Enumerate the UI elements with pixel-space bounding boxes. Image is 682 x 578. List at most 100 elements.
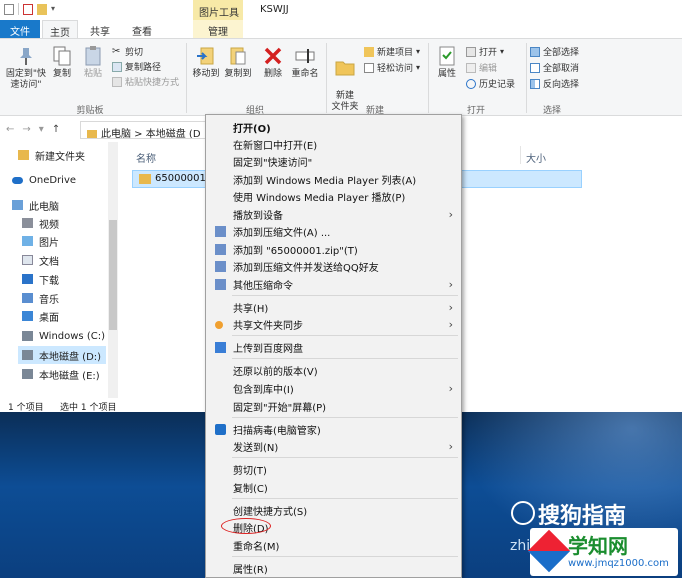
- menu-item-open-new-window[interactable]: 在新窗口中打开(E): [206, 136, 461, 153]
- back-arrow-icon[interactable]: ←: [6, 124, 14, 135]
- menu-item-add-archive[interactable]: 添加到压缩文件(A) ...: [206, 223, 461, 240]
- copy-to-button[interactable]: 复制到: [222, 45, 254, 80]
- recent-dropdown-icon[interactable]: ▾: [39, 124, 44, 135]
- move-to-button[interactable]: 移动到: [190, 45, 222, 80]
- paste-shortcut-icon: [112, 76, 122, 87]
- tab-manage[interactable]: 管理: [193, 20, 243, 38]
- new-item-button[interactable]: 新建项目 ▾: [364, 45, 420, 58]
- nav-item-label: Windows (C:): [39, 330, 105, 342]
- menu-item-open[interactable]: 打开(O): [206, 119, 461, 136]
- open-button[interactable]: 打开 ▾: [466, 45, 504, 58]
- select-all-label: 全部选择: [543, 48, 580, 58]
- menu-item-rename[interactable]: 重命名(M): [206, 537, 461, 554]
- edit-label: 编辑: [479, 64, 498, 74]
- invert-selection-button[interactable]: 反向选择: [530, 77, 579, 90]
- menu-item-upload-baidu[interactable]: 上传到百度网盘: [206, 339, 461, 356]
- menu-item-cast-to-device[interactable]: 播放到设备 ›: [206, 206, 461, 223]
- rename-button[interactable]: 重命名: [288, 45, 322, 80]
- desktop-icon: [22, 311, 33, 321]
- tab-share[interactable]: 共享: [82, 20, 118, 38]
- invert-selection-label: 反向选择: [543, 80, 580, 90]
- menu-item-restore-versions[interactable]: 还原以前的版本(V): [206, 362, 461, 379]
- easy-access-button[interactable]: 轻松访问 ▾: [364, 61, 420, 74]
- menu-item-share[interactable]: 共享(H) ›: [206, 299, 461, 316]
- menu-item-label: 共享文件夹同步: [233, 321, 303, 332]
- nav-item-drive-d[interactable]: 本地磁盘 (D:): [18, 346, 106, 364]
- column-header-name[interactable]: 名称: [136, 150, 156, 165]
- menu-item-share-folder-sync[interactable]: 共享文件夹同步 ›: [206, 316, 461, 333]
- document-icon: [22, 255, 33, 265]
- history-clock-icon: [466, 78, 476, 89]
- menu-item-label: 共享(H): [233, 304, 269, 315]
- menu-item-pin-start[interactable]: 固定到"开始"屏幕(P): [206, 398, 461, 415]
- select-none-button[interactable]: 全部取消: [530, 61, 579, 74]
- nav-scrollbar-thumb[interactable]: [109, 220, 117, 330]
- tab-home[interactable]: 主页: [42, 20, 78, 39]
- window-icon: [4, 3, 14, 15]
- menu-item-label: 上传到百度网盘: [233, 344, 303, 355]
- select-all-button[interactable]: 全部选择: [530, 45, 579, 58]
- delete-label: 删除: [263, 69, 282, 79]
- menu-item-label: 固定到"开始"屏幕(P): [233, 403, 327, 414]
- select-none-label: 全部取消: [543, 64, 580, 74]
- forward-arrow-icon[interactable]: →: [22, 124, 30, 135]
- history-button[interactable]: 历史记录: [466, 77, 515, 90]
- menu-separator: [232, 295, 458, 296]
- cut-button[interactable]: ✂ 剪切: [112, 45, 143, 58]
- drive-icon: [22, 350, 33, 360]
- menu-item-label: 添加到压缩文件并发送给QQ好友: [233, 263, 379, 274]
- menu-item-copy[interactable]: 复制(C): [206, 479, 461, 496]
- nav-item-label: 下载: [39, 275, 59, 287]
- chevron-right-icon: ›: [448, 301, 453, 314]
- menu-item-add-wmp-list[interactable]: 添加到 Windows Media Player 列表(A): [206, 171, 461, 188]
- properties-qat-icon[interactable]: [23, 3, 33, 15]
- paste-shortcut-button[interactable]: 粘贴快捷方式: [112, 75, 179, 88]
- invert-selection-icon: [530, 78, 540, 89]
- group-select-label: 选择: [542, 106, 561, 116]
- column-divider[interactable]: [520, 146, 521, 164]
- menu-item-label: 包含到库中(I): [233, 385, 294, 396]
- menu-item-send-to[interactable]: 发送到(N) ›: [206, 438, 461, 455]
- menu-item-add-zip[interactable]: 添加到 "65000001.zip"(T): [206, 241, 461, 258]
- column-header-size[interactable]: 大小: [526, 150, 546, 165]
- address-bar[interactable]: 此电脑 > 本地磁盘 (D: [80, 121, 210, 139]
- scissors-icon: ✂: [112, 45, 121, 57]
- new-folder-qat-icon[interactable]: [37, 3, 47, 15]
- menu-item-create-shortcut[interactable]: 创建快捷方式(S): [206, 502, 461, 519]
- qat-dropdown-icon[interactable]: ▾: [51, 4, 59, 15]
- menu-item-cut[interactable]: 剪切(T): [206, 461, 461, 478]
- delete-button[interactable]: 删除: [258, 45, 288, 80]
- menu-item-label: 在新窗口中打开(E): [233, 141, 318, 152]
- easy-access-icon: [364, 62, 374, 73]
- nav-item-label: 本地磁盘 (E:): [39, 370, 100, 382]
- nav-item-this-pc[interactable]: 此电脑: [12, 196, 122, 214]
- menu-item-play-wmp[interactable]: 使用 Windows Media Player 播放(P): [206, 188, 461, 205]
- tab-view[interactable]: 查看: [122, 20, 162, 38]
- menu-item-label: 剪切(T): [233, 466, 267, 477]
- tab-file[interactable]: 文件: [0, 20, 40, 38]
- menu-item-label: 固定到"快速访问": [233, 158, 313, 169]
- folder-icon: [139, 174, 151, 184]
- pin-quick-access-button[interactable]: 固定到"快速访问": [2, 45, 50, 91]
- file-name[interactable]: 65000001: [155, 173, 206, 184]
- history-label: 历史记录: [479, 80, 516, 90]
- copy-button[interactable]: 复制: [50, 45, 74, 80]
- paste-button[interactable]: 粘贴: [80, 45, 106, 80]
- menu-item-scan-virus[interactable]: 扫描病毒(电脑管家): [206, 421, 461, 438]
- new-folder-icon: [335, 61, 355, 76]
- menu-item-properties[interactable]: 属性(R): [206, 560, 461, 577]
- up-arrow-icon[interactable]: ↑: [52, 124, 60, 135]
- properties-button[interactable]: 属性: [432, 45, 462, 80]
- winrar-icon: [215, 244, 226, 255]
- menu-item-archive-send-qq[interactable]: 添加到压缩文件并发送给QQ好友: [206, 258, 461, 275]
- select-all-icon: [530, 46, 540, 57]
- menu-item-pin-quick-access[interactable]: 固定到"快速访问": [206, 153, 461, 170]
- download-icon: [22, 274, 33, 284]
- menu-item-include-library[interactable]: 包含到库中(I) ›: [206, 380, 461, 397]
- menu-item-other-compress[interactable]: 其他压缩命令 ›: [206, 276, 461, 293]
- window-title: KSWJJ: [260, 4, 289, 15]
- edit-button[interactable]: 编辑: [466, 61, 497, 74]
- nav-item-onedrive[interactable]: OneDrive: [12, 171, 122, 189]
- menu-separator: [232, 417, 458, 418]
- copy-path-button[interactable]: 复制路径: [112, 60, 161, 73]
